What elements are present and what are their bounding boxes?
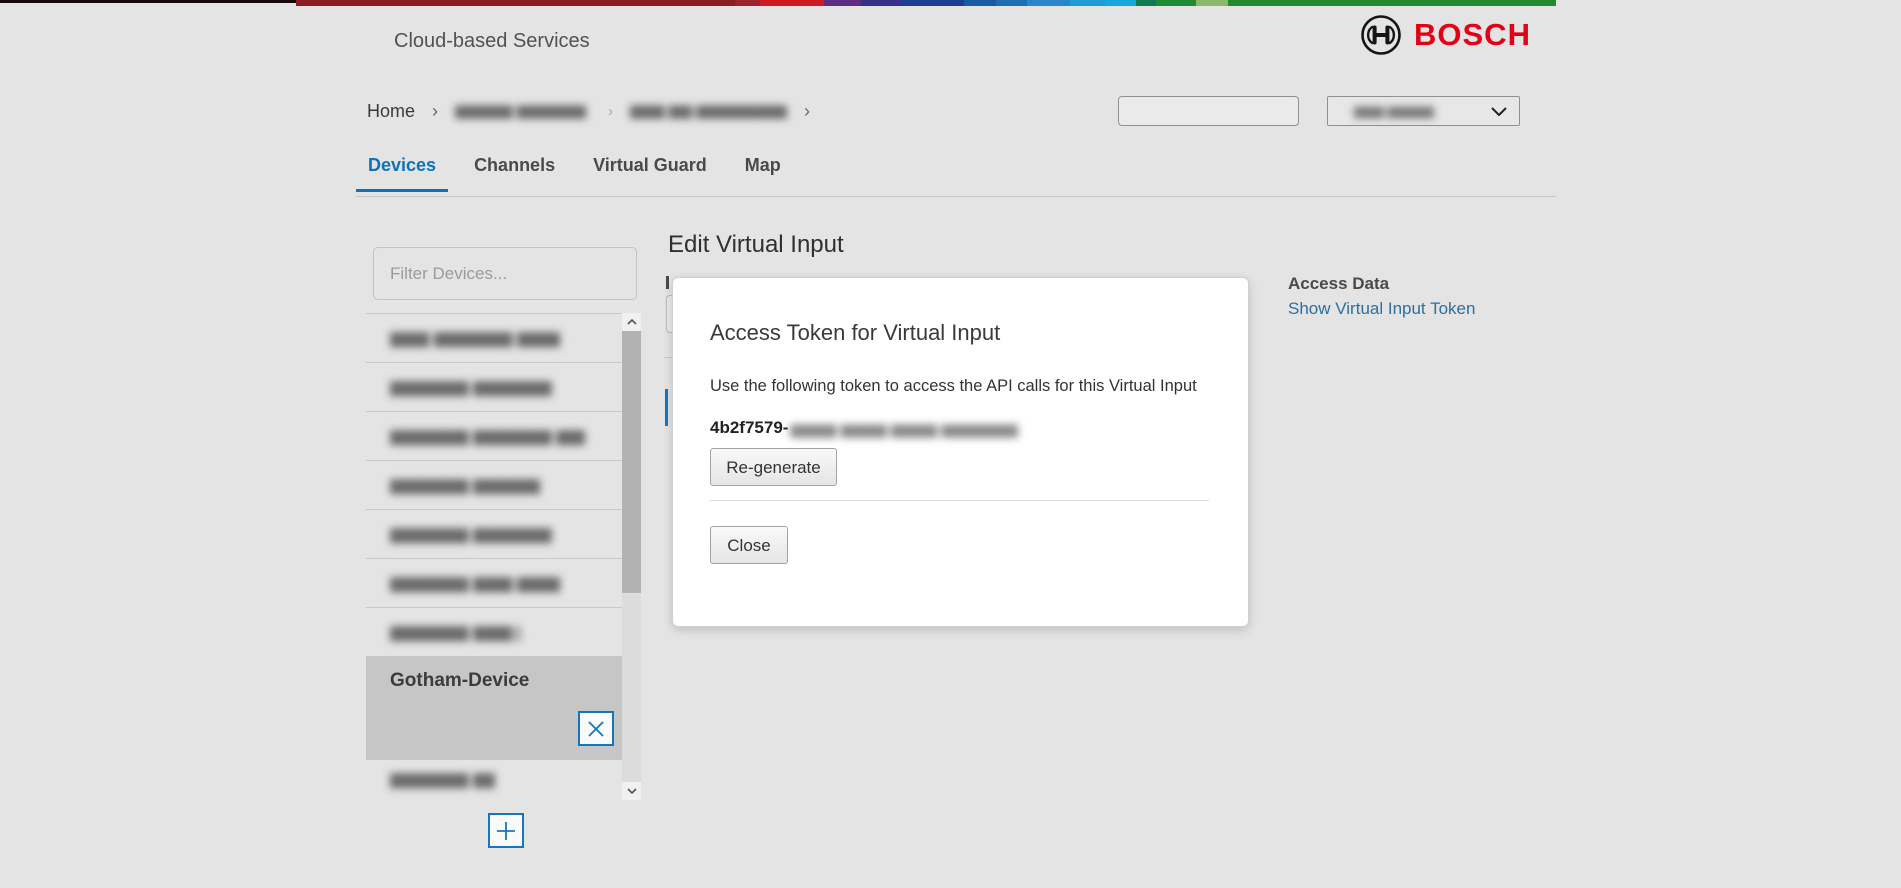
page-title: Edit Virtual Input	[668, 231, 844, 259]
background-form-divider-fragment	[664, 357, 672, 358]
breadcrumb-separator-icon: ›	[804, 101, 810, 122]
show-virtual-input-token-link[interactable]: Show Virtual Input Token	[1288, 299, 1475, 319]
tabs-divider	[356, 196, 1556, 197]
tab-virtual-guard[interactable]: Virtual Guard	[581, 153, 719, 178]
tab-channels[interactable]: Channels	[462, 153, 567, 178]
bosch-logo: BOSCH	[1360, 14, 1531, 56]
scrollbar-thumb[interactable]	[622, 331, 641, 593]
device-list-scrollbar[interactable]	[622, 313, 641, 800]
selected-device-label: Gotham-Device	[390, 670, 529, 692]
filter-devices-input[interactable]	[373, 247, 637, 300]
main-tabs: Devices Channels Virtual Guard Map	[356, 153, 793, 178]
user-menu-selected-value: ▆▆▆ ▆▆▆▆▆	[1354, 103, 1434, 119]
device-list-item[interactable]: ▆▆▆▆▆▆ ▆▆▆▆▆▆ ▆▆▆	[366, 461, 622, 510]
breadcrumb-redacted-item[interactable]: ▆▆▆ ▆▆ ▆▆▆▆▆▆▆▆	[630, 101, 787, 122]
search-box	[1118, 96, 1299, 126]
search-input[interactable]	[1119, 98, 1330, 124]
close-icon	[587, 720, 605, 738]
plus-icon	[496, 821, 516, 841]
chevron-up-icon	[627, 319, 637, 325]
tab-map[interactable]: Map	[733, 153, 793, 178]
modal-description: Use the following token to access the AP…	[710, 376, 1211, 396]
breadcrumb-redacted-item[interactable]: ▆▆▆▆▆ ▆▆▆▆▆▆	[455, 101, 591, 122]
bosch-logo-text: BOSCH	[1414, 17, 1531, 53]
modal-title: Access Token for Virtual Input	[710, 320, 1211, 346]
background-form-label-fragment	[666, 276, 669, 289]
device-list-item[interactable]: ▆▆▆ ▆▆▆▆▆▆ ▆▆▆▆▆▆	[366, 314, 622, 363]
regenerate-button[interactable]: Re-generate	[710, 448, 837, 486]
breadcrumb-separator-icon: ›	[608, 103, 613, 120]
bosch-supergraphic-stripe	[0, 0, 1556, 6]
user-menu-dropdown[interactable]: ▆▆▆ ▆▆▆▆▆	[1327, 96, 1520, 126]
chevron-down-icon	[1491, 107, 1507, 116]
device-list-item[interactable]: ▆▆▆▆▆▆ ▆▆▆ ▆▆▆▆▆	[366, 608, 622, 657]
scroll-down-button[interactable]	[622, 782, 641, 800]
scroll-up-button[interactable]	[622, 313, 641, 331]
breadcrumb-home-link[interactable]: Home	[367, 101, 415, 122]
bosch-cloud-services-app: Cloud-based Services BOSCH Home › ▆▆▆▆▆ …	[0, 0, 1901, 888]
bosch-symbol-icon	[1360, 14, 1402, 56]
device-list-item-gotham-selected[interactable]: Gotham-Device	[366, 657, 622, 760]
add-device-button[interactable]	[488, 813, 524, 848]
device-list-item[interactable]: ▆▆▆▆▆▆ ▆▆▆▆▆▆ ▆▆▆▆	[366, 510, 622, 559]
access-token-value: 4b2f7579-▆▆▆▆ ▆▆▆▆ ▆▆▆▆ ▆▆▆▆▆▆▆▆	[710, 418, 1211, 438]
app-title: Cloud-based Services	[394, 30, 590, 53]
device-list-item[interactable]: ▆▆▆▆▆▆ ▆▆▆▆▆▆ ▆▆▆	[366, 363, 622, 412]
token-redacted-part: ▆▆▆▆ ▆▆▆▆ ▆▆▆▆ ▆▆▆▆▆▆▆▆	[790, 420, 1018, 438]
breadcrumb-separator-icon: ›	[432, 101, 438, 122]
device-list-item[interactable]: ▆▆▆▆▆▆ ▆▆▆▆	[366, 760, 622, 798]
token-prefix: 4b2f7579-	[710, 418, 788, 437]
access-data-heading: Access Data	[1288, 274, 1389, 294]
access-token-modal: Access Token for Virtual Input Use the f…	[672, 277, 1249, 627]
close-button[interactable]: Close	[710, 526, 788, 564]
device-list-item[interactable]: ▆▆▆▆▆▆ ▆▆▆▆▆▆ ▆▆▆▆▆	[366, 412, 622, 461]
breadcrumb: Home › ▆▆▆▆▆ ▆▆▆▆▆▆ › ▆▆▆ ▆▆ ▆▆▆▆▆▆▆▆ ›	[367, 101, 810, 122]
tab-devices[interactable]: Devices	[356, 153, 448, 178]
background-save-button-fragment	[665, 389, 668, 426]
device-list-item[interactable]: ▆▆▆▆▆▆ ▆▆▆ ▆▆▆▆ ▆▆	[366, 559, 622, 608]
remove-device-button[interactable]	[578, 711, 614, 746]
chevron-down-icon	[627, 788, 637, 794]
device-list: ▆▆▆ ▆▆▆▆▆▆ ▆▆▆▆▆▆ ▆▆▆▆▆▆ ▆▆▆▆▆▆ ▆▆▆ ▆▆▆▆…	[366, 313, 622, 801]
